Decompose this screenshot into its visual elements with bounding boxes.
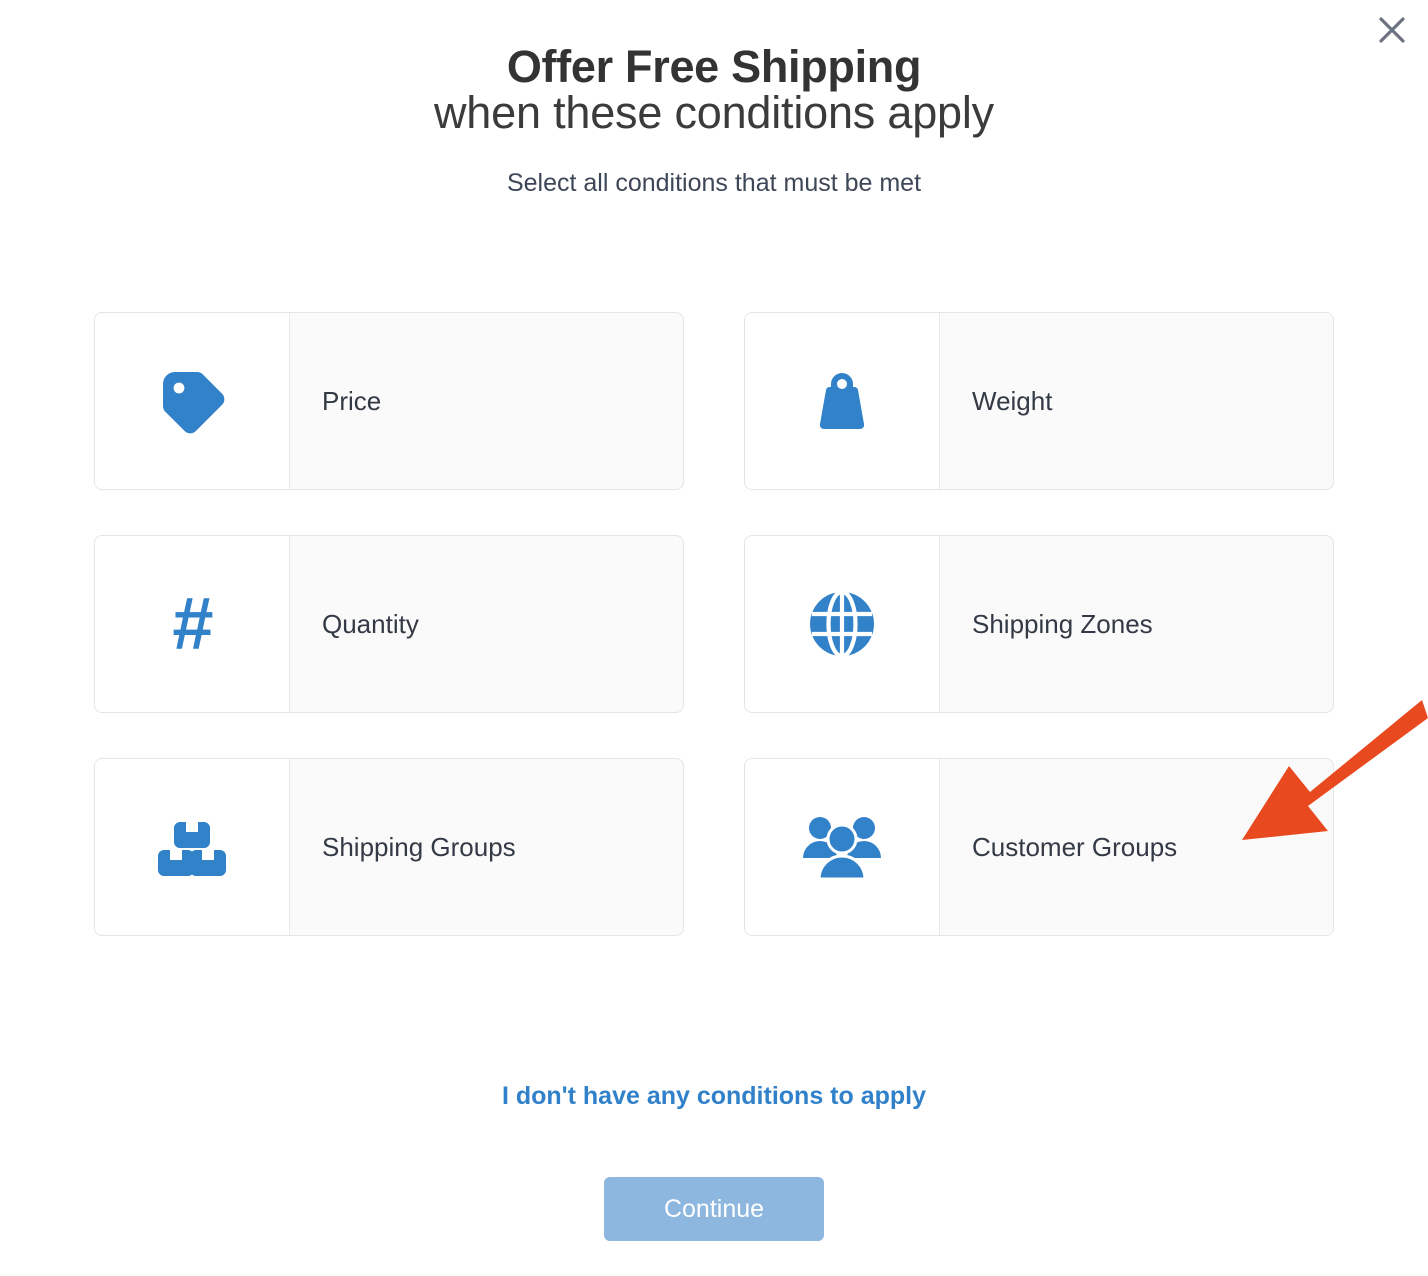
- dialog-title: Offer Free Shipping when these condition…: [0, 0, 1428, 136]
- condition-label: Quantity: [322, 608, 419, 639]
- close-icon: [1377, 15, 1407, 45]
- hash-glyph: #: [172, 582, 213, 665]
- condition-label: Price: [322, 385, 382, 416]
- weight-icon: [745, 313, 940, 489]
- condition-card-quantity[interactable]: # Quantity: [94, 535, 684, 713]
- condition-card-price[interactable]: Price: [94, 312, 684, 490]
- condition-card-shipping-zones[interactable]: Shipping Zones: [744, 535, 1334, 713]
- hash-icon: #: [95, 536, 290, 712]
- dialog-title-line1: Offer Free Shipping: [506, 41, 922, 92]
- price-tag-icon: [95, 313, 290, 489]
- condition-card-weight[interactable]: Weight: [744, 312, 1334, 490]
- condition-card-customer-groups[interactable]: Customer Groups: [744, 758, 1334, 936]
- no-conditions-link[interactable]: I don't have any conditions to apply: [0, 1082, 1428, 1111]
- conditions-grid: Price Weight # Quantity Shipping Zones S…: [94, 312, 1334, 936]
- condition-label: Shipping Groups: [322, 831, 516, 862]
- close-button[interactable]: [1370, 8, 1414, 52]
- condition-label: Shipping Zones: [972, 608, 1153, 639]
- dialog-title-line2: when these conditions apply: [434, 86, 994, 138]
- condition-label: Customer Groups: [972, 831, 1178, 862]
- globe-icon: [745, 536, 940, 712]
- people-group-icon: [745, 759, 940, 935]
- boxes-icon: [95, 759, 290, 935]
- condition-label: Weight: [972, 385, 1053, 416]
- dialog-subtitle: Select all conditions that must be met: [506, 168, 922, 197]
- condition-card-shipping-groups[interactable]: Shipping Groups: [94, 758, 684, 936]
- continue-button[interactable]: Continue: [604, 1177, 824, 1241]
- free-shipping-conditions-dialog: Offer Free Shipping when these condition…: [0, 0, 1428, 1276]
